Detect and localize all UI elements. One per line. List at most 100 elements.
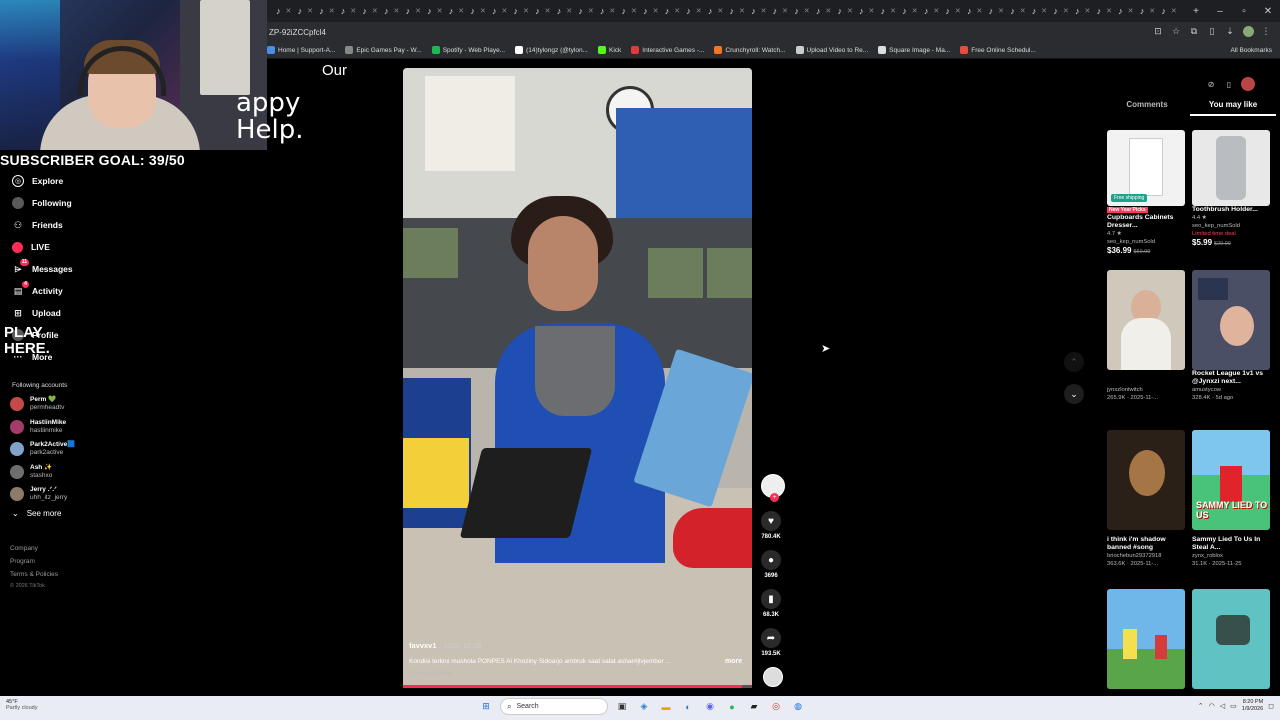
close-tab-icon[interactable]: ✕ (1084, 7, 1090, 15)
browser-tab[interactable]: ♪ ✕ (314, 0, 336, 22)
close-tab-icon[interactable]: ✕ (847, 7, 853, 15)
video-card[interactable] (1107, 589, 1185, 689)
browser-tab[interactable]: ♪ ✕ (530, 0, 552, 22)
close-tab-icon[interactable]: ✕ (1171, 7, 1177, 15)
video-thumbnail[interactable] (1107, 589, 1185, 689)
browser-tab[interactable]: ♪ ✕ (293, 0, 315, 22)
menu-icon[interactable]: ⋮ (1260, 26, 1272, 39)
browser-tab[interactable]: ♪ ✕ (681, 0, 703, 22)
following-account[interactable]: Jerry .ᐟ.ᐟ uhh_itz_jerry (10, 486, 67, 502)
avatar[interactable] (10, 442, 24, 456)
sound-disc-icon[interactable] (763, 667, 783, 687)
sidebar-icon[interactable]: ▯ (1206, 26, 1218, 39)
close-tab-icon[interactable]: ✕ (977, 7, 983, 15)
creator-avatar-button[interactable]: + (759, 474, 787, 502)
caption-more-button[interactable]: more (725, 658, 742, 665)
task-view-icon[interactable]: ▣ (614, 699, 630, 715)
user-avatar[interactable] (1241, 77, 1255, 91)
close-tab-icon[interactable]: ✕ (1128, 7, 1134, 15)
browser-tab[interactable]: ♪ ✕ (854, 0, 876, 22)
video-card[interactable] (1192, 589, 1270, 689)
battery-icon[interactable]: ▭ (1230, 702, 1237, 710)
maximize-icon[interactable]: ▫ (1232, 6, 1256, 17)
browser-tab[interactable]: ♪ ✕ (1113, 0, 1135, 22)
browser-tab[interactable]: ♪ ✕ (1048, 0, 1070, 22)
sidebar-item-following[interactable]: Following (0, 192, 130, 214)
video-thumbnail[interactable]: SAMMY LIED TO US (1192, 430, 1270, 530)
close-tab-icon[interactable]: ✕ (286, 7, 292, 15)
close-tab-icon[interactable]: ✕ (609, 7, 615, 15)
close-tab-icon[interactable]: ✕ (350, 7, 356, 15)
heart-icon[interactable]: ♥ (761, 511, 781, 531)
sound-avatar-button[interactable] (759, 667, 787, 687)
close-tab-icon[interactable]: ✕ (998, 7, 1004, 15)
obs-icon[interactable]: ◎ (768, 699, 784, 715)
browser-tab[interactable]: ♪ ✕ (357, 0, 379, 22)
save-button[interactable]: ▮ 68.3K (757, 589, 785, 618)
close-tab-icon[interactable]: ✕ (588, 7, 594, 15)
url-text[interactable]: ZP-92iZCCpfcl4 (267, 28, 1152, 37)
volume-icon[interactable]: ◁ (1220, 702, 1225, 710)
product-card[interactable]: Toothbrush Holder... 4.4 ★ seo_kep_numSo… (1192, 130, 1270, 247)
avatar[interactable] (10, 487, 24, 501)
bookmark-item[interactable]: Home | Support-A... (267, 46, 335, 54)
browser-tab[interactable]: ♪ ✕ (379, 0, 401, 22)
close-tab-icon[interactable]: ✕ (437, 7, 443, 15)
close-tab-icon[interactable]: ✕ (1106, 7, 1112, 15)
profile-avatar-icon[interactable] (1242, 25, 1254, 39)
bookmark-item[interactable]: Crunchyroll: Watch... (714, 46, 786, 54)
browser-tab[interactable]: ♪ ✕ (487, 0, 509, 22)
sidebar-item-explore[interactable]: ◎ Explore (0, 170, 130, 192)
browser-tab[interactable]: ♪ ✕ (1135, 0, 1157, 22)
browser-tab[interactable]: ♪ ✕ (984, 0, 1006, 22)
close-tab-icon[interactable]: ✕ (1020, 7, 1026, 15)
close-tab-icon[interactable]: ✕ (804, 7, 810, 15)
browser-tab[interactable]: ♪ ✕ (552, 0, 574, 22)
close-tab-icon[interactable]: ✕ (674, 7, 680, 15)
close-tab-icon[interactable]: ✕ (307, 7, 313, 15)
close-tab-icon[interactable]: ✕ (1063, 7, 1069, 15)
following-account[interactable]: Ash ✨ stashxo (10, 464, 52, 480)
video-author[interactable]: zynx_roblox (1192, 552, 1270, 560)
bookmark-item[interactable]: Square Image - Ma... (878, 46, 950, 54)
following-account[interactable]: Perm 💚 permheadtv (10, 396, 64, 412)
sidebar-item-upload[interactable]: ⊞ Upload (0, 302, 130, 324)
copilot-icon[interactable]: ◈ (636, 699, 652, 715)
browser-tab[interactable]: ♪ ✕ (444, 0, 466, 22)
close-tab-icon[interactable]: ✕ (1149, 7, 1155, 15)
like-button[interactable]: ♥ 780.4K (757, 511, 785, 540)
browser-tab[interactable]: ♪ ✕ (422, 0, 444, 22)
windows-start-icon[interactable]: ⊞ (478, 699, 494, 715)
close-tab-icon[interactable]: ✕ (458, 7, 464, 15)
close-window-icon[interactable]: ✕ (1256, 6, 1280, 17)
comment-button[interactable]: ● 3696 (757, 550, 785, 579)
close-tab-icon[interactable]: ✕ (631, 7, 637, 15)
terminal-icon[interactable]: ▰ (746, 699, 762, 715)
avatar[interactable] (10, 419, 24, 434)
file-explorer-icon[interactable]: ▬ (658, 699, 674, 715)
close-tab-icon[interactable]: ✕ (329, 7, 335, 15)
product-thumbnail[interactable]: Free shipping (1107, 130, 1185, 206)
close-tab-icon[interactable]: ✕ (933, 7, 939, 15)
taskbar-clock[interactable]: 8:20 PM 1/9/2026 (1242, 699, 1263, 713)
footer-terms[interactable]: Terms & Policies (10, 568, 58, 581)
browser-tab[interactable]: ♪ ✕ (271, 0, 293, 22)
browser-tab[interactable]: ♪ ✕ (401, 0, 423, 22)
sidebar-item-messages[interactable]: ⌲ 11 Messages (0, 258, 130, 280)
bookmark-item[interactable]: Spotify - Web Playe... (431, 46, 505, 54)
minimize-icon[interactable]: – (1208, 6, 1232, 17)
browser-tab[interactable]: ♪ ✕ (940, 0, 962, 22)
taskbar-search[interactable]: ⌕ Search (500, 698, 608, 715)
browser-tab[interactable]: ♪ ✕ (336, 0, 358, 22)
avatar[interactable] (10, 397, 24, 411)
tray-chevron-icon[interactable]: ⌃ (1198, 702, 1204, 710)
close-tab-icon[interactable]: ✕ (545, 7, 551, 15)
browser-tab[interactable]: ♪ ✕ (768, 0, 790, 22)
browser-tab[interactable]: ♪ ✕ (573, 0, 595, 22)
close-tab-icon[interactable]: ✕ (739, 7, 745, 15)
share-icon[interactable]: ➦ (761, 628, 781, 648)
browser-tab[interactable]: ♪ ✕ (811, 0, 833, 22)
video-thumbnail[interactable] (1192, 589, 1270, 689)
footer-company[interactable]: Company (10, 542, 58, 555)
browser-tab[interactable]: ♪ ✕ (1005, 0, 1027, 22)
